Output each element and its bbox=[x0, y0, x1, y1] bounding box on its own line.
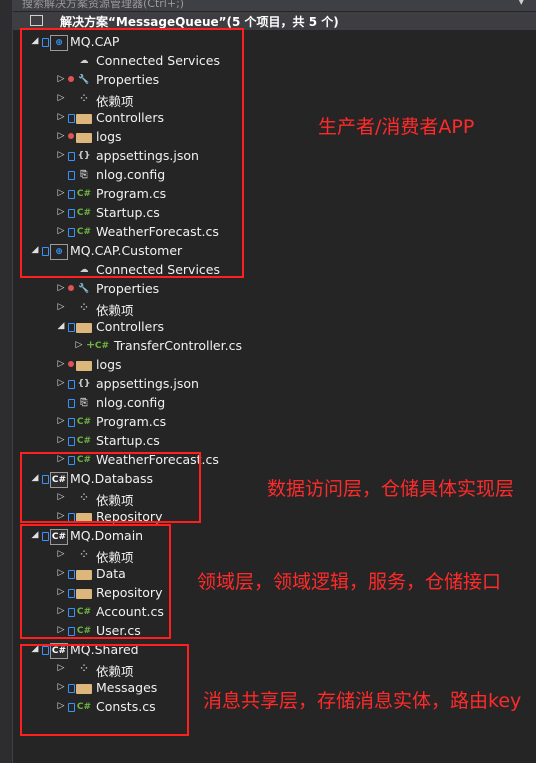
excluded-status-icon bbox=[68, 361, 74, 367]
annotation-box-producer-consumer bbox=[20, 28, 244, 278]
annotation-producer-consumer: 生产者/消费者APP bbox=[318, 116, 475, 138]
tree-item[interactable]: ▷ C# Program.cs bbox=[12, 413, 536, 432]
collapsed-arrow-icon[interactable]: ▷ bbox=[74, 340, 84, 350]
source-control-lock-icon bbox=[68, 323, 75, 332]
csharp-icon: C# bbox=[94, 341, 110, 351]
collapsed-arrow-icon[interactable]: ▷ bbox=[56, 283, 66, 293]
folder-icon bbox=[76, 323, 92, 333]
search-dropdown-icon[interactable]: ▾ bbox=[518, 0, 524, 8]
solution-icon bbox=[30, 15, 43, 26]
csharp-icon: C# bbox=[76, 417, 92, 427]
tree-item[interactable]: ▷ + C# TransferController.cs bbox=[12, 337, 536, 356]
tree-item[interactable]: ▷ ⁘ 依赖项 bbox=[12, 299, 536, 318]
tree-item-label: Controllers bbox=[96, 319, 164, 334]
tree-item-label: 依赖项 bbox=[96, 303, 134, 318]
config-icon: ⎘ bbox=[80, 398, 88, 408]
tree-item-label: Properties bbox=[96, 281, 160, 296]
collapsed-arrow-icon[interactable]: ▷ bbox=[56, 378, 66, 388]
annotation-shared: 消息共享层，存储消息实体，路由key bbox=[203, 690, 522, 712]
collapsed-arrow-icon[interactable]: ▷ bbox=[56, 359, 66, 369]
tree-item[interactable]: ▷ 🔧 Properties bbox=[12, 280, 536, 299]
tree-item[interactable]: ◢ Controllers bbox=[12, 318, 536, 337]
tree-item-label: nlog.config bbox=[96, 395, 166, 410]
annotation-box-data-access bbox=[20, 452, 201, 523]
collapsed-arrow-icon[interactable]: ▷ bbox=[56, 435, 66, 445]
annotation-domain: 领域层，领域逻辑，服务，仓储接口 bbox=[197, 571, 502, 593]
tree-item-label: Startup.cs bbox=[96, 433, 160, 448]
annotation-data-access: 数据访问层，仓储具体实现层 bbox=[267, 478, 515, 500]
tree-item[interactable]: ▷ {} appsettings.json bbox=[12, 375, 536, 394]
tree-item-label: logs bbox=[96, 357, 122, 372]
tree-item[interactable]: ▷ logs bbox=[12, 356, 536, 375]
tree-item-label: Program.cs bbox=[96, 414, 167, 429]
source-control-lock-icon bbox=[68, 437, 75, 446]
dependencies-icon: ⁘ bbox=[80, 303, 88, 313]
folder-icon bbox=[76, 361, 92, 371]
excluded-status-icon bbox=[68, 285, 74, 291]
annotation-box-domain bbox=[20, 524, 171, 639]
json-icon: {} bbox=[77, 379, 91, 389]
solution-search-bar[interactable]: 搜索解决方案资源管理器(Ctrl+;) ▾ bbox=[12, 0, 536, 11]
collapsed-arrow-icon[interactable]: ▷ bbox=[56, 302, 66, 312]
search-placeholder: 搜索解决方案资源管理器(Ctrl+;) bbox=[22, 0, 185, 10]
tree-item-label: TransferController.cs bbox=[114, 338, 242, 353]
expanded-arrow-icon[interactable]: ◢ bbox=[56, 321, 66, 331]
collapsed-arrow-icon[interactable]: ▷ bbox=[56, 416, 66, 426]
annotation-box-shared bbox=[20, 644, 189, 736]
tree-item[interactable]: ▷ C# Startup.cs bbox=[12, 432, 536, 451]
properties-icon: 🔧 bbox=[78, 284, 90, 294]
tree-item[interactable]: ⎘ nlog.config bbox=[12, 394, 536, 413]
source-control-lock-icon bbox=[68, 418, 75, 427]
source-control-lock-icon bbox=[68, 380, 75, 389]
tree-item-label: appsettings.json bbox=[96, 376, 199, 391]
source-control-lock-icon bbox=[68, 399, 75, 408]
csharp-icon: C# bbox=[76, 436, 92, 446]
